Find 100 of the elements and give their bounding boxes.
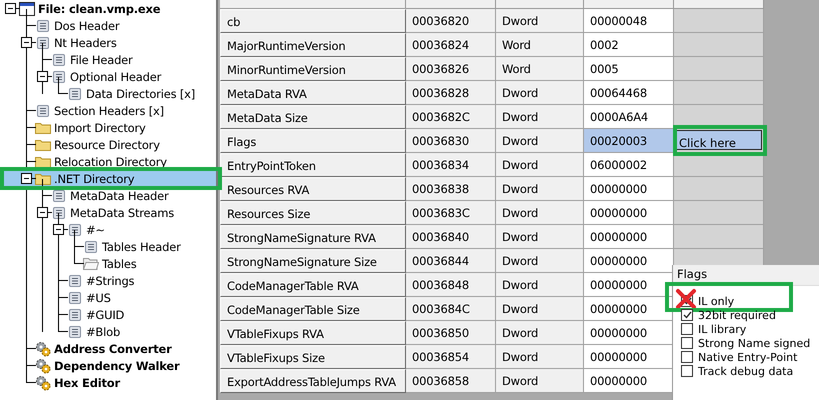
collapse-icon[interactable] [21, 173, 32, 184]
offset-cell: 00036824 [406, 33, 496, 57]
offset-cell: 00036854 [406, 345, 496, 369]
size-cell: Dword [496, 153, 584, 177]
tree-item[interactable]: #~ [0, 221, 216, 238]
checkbox[interactable] [681, 337, 693, 349]
document-icon [69, 326, 81, 338]
checkbox-label: Track debug data [698, 364, 794, 378]
value-cell: 0005 [584, 57, 674, 81]
offset-cell: 00036844 [406, 249, 496, 273]
tree-item[interactable]: Resource Directory [0, 136, 216, 153]
collapse-icon[interactable] [37, 207, 48, 218]
value-cell: 00000000 [584, 369, 674, 393]
size-cell: Dword [496, 177, 584, 201]
tree-item[interactable]: Tables Header [0, 238, 216, 255]
folder-icon [35, 172, 51, 185]
offset-cell: 00036830 [406, 129, 496, 153]
checkbox-label: 32bit required [698, 308, 776, 322]
document-icon [85, 240, 97, 252]
gears-icon [35, 374, 51, 390]
value-cell: 00000000 [584, 273, 674, 297]
size-cell: Dword [496, 297, 584, 321]
value-cell: 0002 [584, 33, 674, 57]
tree-item[interactable]: Data Directories [x] [0, 85, 216, 102]
tree-item[interactable]: #GUID [0, 306, 216, 323]
tree-label: Hex Editor [53, 374, 122, 390]
click-here-button[interactable]: Click here [676, 130, 762, 150]
tree-item[interactable]: Nt Headers [0, 34, 216, 51]
tree-item[interactable]: Address Converter [0, 340, 216, 357]
checkbox[interactable] [681, 351, 693, 363]
document-icon [53, 54, 65, 66]
tree-item[interactable]: #Blob [0, 323, 216, 340]
size-cell: Word [496, 57, 584, 81]
document-icon [69, 308, 81, 320]
checkbox[interactable] [681, 323, 693, 335]
tree-label: Section Headers [x] [53, 102, 165, 118]
member-cell: Flags [220, 129, 406, 153]
collapse-icon[interactable] [37, 71, 48, 82]
value-cell: 00000000 [584, 177, 674, 201]
tree-label: Relocation Directory [53, 154, 168, 170]
tree-item[interactable]: Dependency Walker [0, 357, 216, 374]
tree-item[interactable]: Import Directory [0, 119, 216, 136]
tree-item[interactable]: MetaData Streams [0, 204, 216, 221]
offset-cell: 00036828 [406, 81, 496, 105]
tree-item[interactable]: MetaData Header [0, 187, 216, 204]
member-cell: CodeManagerTable RVA [220, 273, 406, 297]
tree-item[interactable]: Relocation Directory [0, 153, 216, 170]
offset-cell: 0003682C [406, 105, 496, 129]
tree-item[interactable]: Tables [0, 255, 216, 272]
value-cell: 00000048 [584, 9, 674, 33]
tree-item[interactable]: Hex Editor [0, 374, 216, 391]
member-cell: Resources RVA [220, 177, 406, 201]
member-cell: VTableFixups RVA [220, 321, 406, 345]
size-cell: Dword [496, 321, 584, 345]
document-icon [37, 104, 49, 116]
tree-label: Tables [101, 256, 138, 272]
member-cell: StrongNameSignature Size [220, 249, 406, 273]
tree-item[interactable]: #US [0, 289, 216, 306]
value-cell: 00064468 [584, 81, 674, 105]
tree-label: #US [85, 290, 112, 306]
tree-item[interactable]: Optional Header [0, 68, 216, 85]
document-icon [37, 20, 49, 32]
gears-icon [35, 358, 51, 374]
tree-label: Dependency Walker [53, 358, 181, 374]
tree-label: Nt Headers [53, 34, 118, 50]
value-cell: 00000000 [584, 225, 674, 249]
offset-cell: 00036834 [406, 153, 496, 177]
member-cell: MajorRuntimeVersion [220, 33, 406, 57]
document-icon [69, 88, 81, 100]
collapse-icon[interactable] [21, 37, 32, 48]
document-icon [69, 224, 81, 236]
tree-label: .NET Directory [53, 170, 136, 186]
collapse-icon[interactable] [53, 224, 64, 235]
size-cell: Dword [496, 273, 584, 297]
offset-cell: 0003684C [406, 297, 496, 321]
offset-cell: 00036848 [406, 273, 496, 297]
tree-label: MetaData Streams [69, 204, 176, 220]
collapse-icon[interactable] [5, 3, 16, 14]
value-cell: 0000A6A4 [584, 105, 674, 129]
tree-label: Import Directory [53, 120, 147, 136]
gears-icon [35, 340, 51, 356]
document-icon [37, 36, 49, 48]
offset-cell: 00036820 [406, 9, 496, 33]
size-cell: Dword [496, 81, 584, 105]
window-icon [19, 2, 35, 16]
size-cell: Dword [496, 129, 584, 153]
tree-item[interactable]: File: clean.vmp.exe [0, 0, 216, 17]
size-cell: Dword [496, 369, 584, 393]
tree-item[interactable]: File Header [0, 51, 216, 68]
checkbox[interactable] [681, 309, 693, 321]
checkbox[interactable] [681, 365, 693, 377]
tree-item[interactable]: #Strings [0, 272, 216, 289]
offset-cell: 00036826 [406, 57, 496, 81]
open-folder-icon [83, 257, 99, 270]
size-cell: Dword [496, 105, 584, 129]
tree-label: Resource Directory [53, 136, 161, 152]
member-cell: cb [220, 9, 406, 33]
tree-item[interactable]: Section Headers [x] [0, 102, 216, 119]
member-cell: ExportAddressTableJumps RVA [220, 369, 406, 393]
tree-item[interactable]: Dos Header [0, 17, 216, 34]
